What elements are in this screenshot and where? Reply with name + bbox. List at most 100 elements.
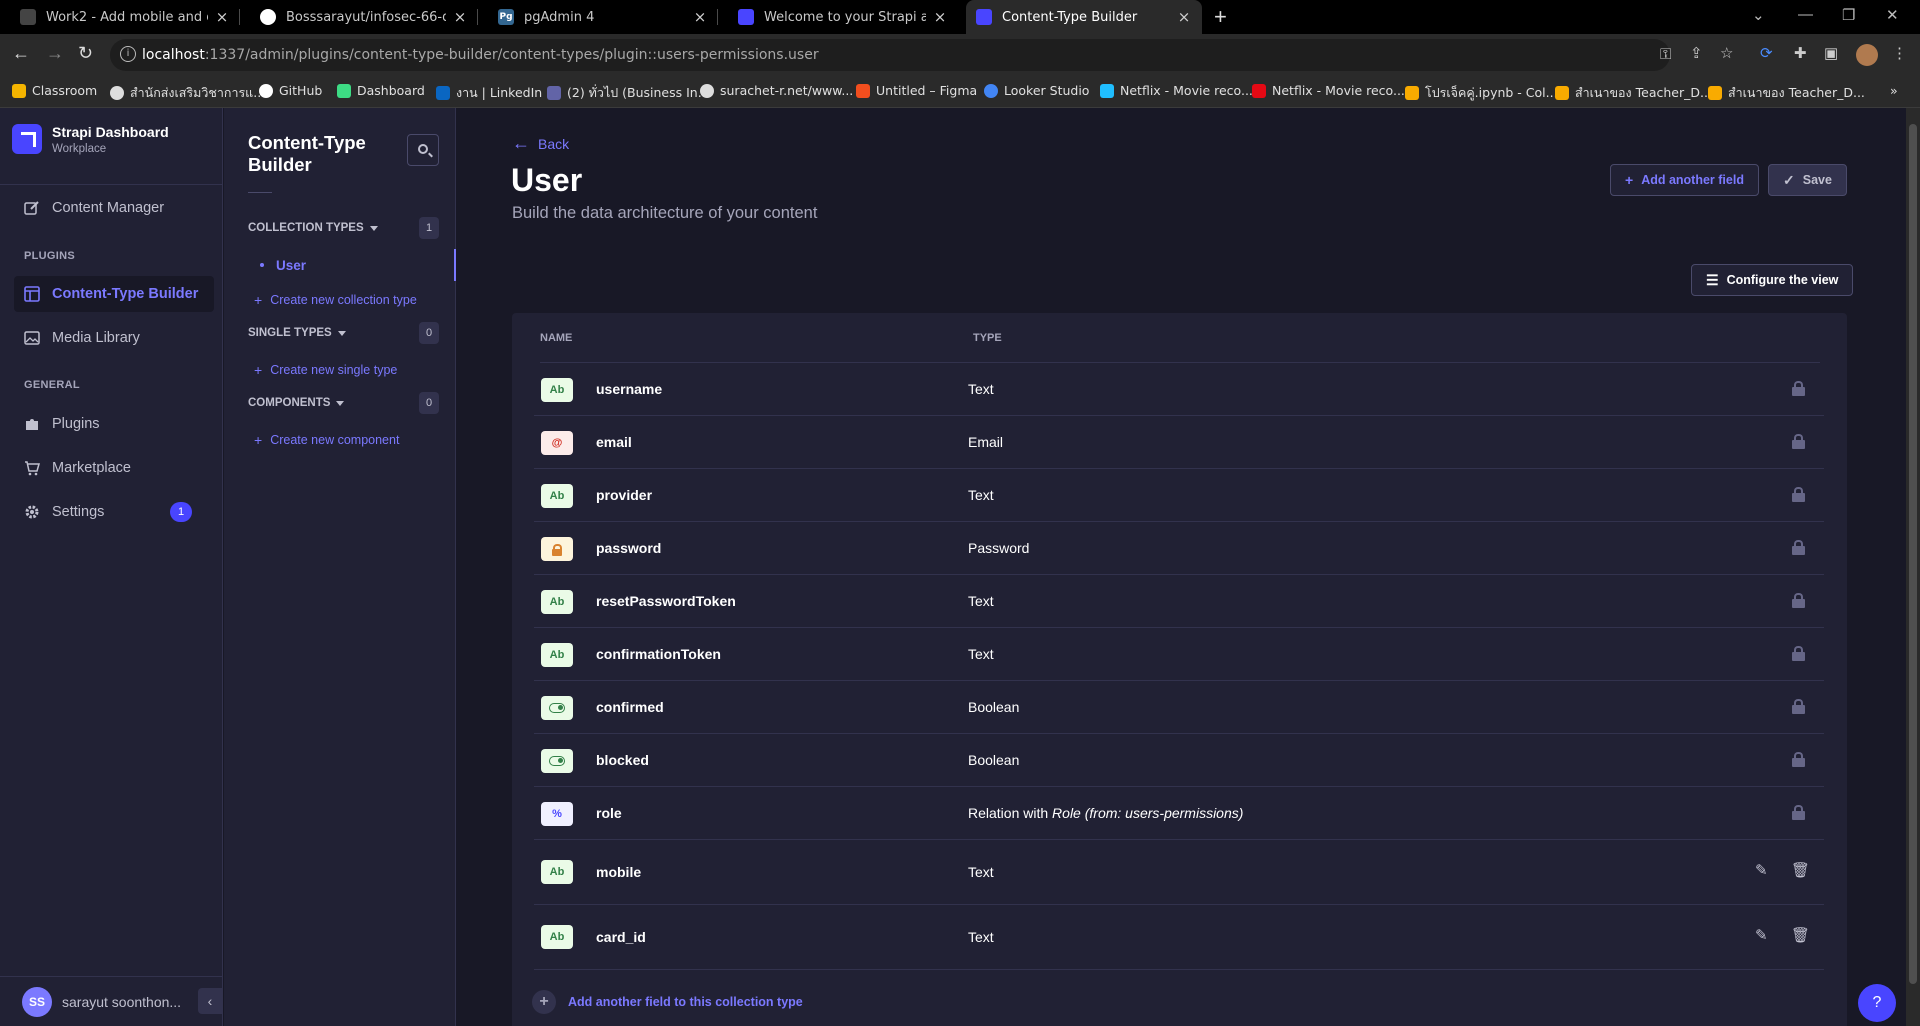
- components-toggle[interactable]: COMPONENTS: [248, 397, 345, 409]
- text-field-icon: Ab: [541, 643, 573, 667]
- close-tab-icon[interactable]: ×: [214, 8, 230, 26]
- field-type: Email: [968, 434, 1004, 450]
- table-row[interactable]: % role Relation with Role (from: users-p…: [534, 787, 1824, 840]
- collapse-nav-button[interactable]: ‹: [198, 988, 222, 1014]
- list-settings-icon: ☰: [1706, 271, 1719, 288]
- bookmark[interactable]: โปรเจ็คคู่.ipynb - Col...: [1405, 83, 1558, 103]
- more-bookmarks-icon[interactable]: »: [1890, 83, 1898, 98]
- restore-icon[interactable]: ❐: [1842, 6, 1855, 24]
- table-row[interactable]: @ email Email: [534, 416, 1824, 469]
- back-arrow-icon[interactable]: ←: [12, 43, 30, 64]
- close-tab-icon[interactable]: ×: [452, 8, 468, 26]
- browser-tab[interactable]: Welcome to your Strapi app ×: [728, 0, 958, 34]
- nav-settings[interactable]: Settings 1: [14, 494, 214, 530]
- bookmark-star-icon[interactable]: ☆: [1720, 44, 1733, 62]
- subnav-title: Content-Type Builder: [248, 132, 366, 175]
- new-tab-button[interactable]: +: [1214, 4, 1227, 30]
- create-collection-type-link[interactable]: + Create new collection type: [254, 292, 417, 308]
- side-panel-icon[interactable]: ▣: [1824, 44, 1838, 62]
- bookmark[interactable]: Classroom: [12, 83, 97, 98]
- nav-content-type-builder[interactable]: Content-Type Builder: [14, 276, 214, 312]
- reload-icon[interactable]: ↻: [78, 43, 93, 64]
- field-type: Text: [968, 593, 994, 609]
- bookmark[interactable]: สำนักส่งเสริมวิชาการแ...: [110, 83, 265, 103]
- bookmark[interactable]: Netflix - Movie reco...: [1100, 83, 1253, 98]
- bookmark[interactable]: งาน | LinkedIn: [436, 83, 542, 103]
- trash-icon[interactable]: 🗑: [1791, 861, 1810, 879]
- text-field-icon: Ab: [541, 378, 573, 402]
- forward-arrow-icon[interactable]: →: [46, 43, 64, 64]
- bookmark[interactable]: GitHub: [259, 83, 322, 98]
- browser-tab[interactable]: Bosssarayut/infosec-66-docker a ×: [250, 0, 478, 34]
- save-button[interactable]: ✓ Save: [1768, 164, 1847, 196]
- bookmark-icon: [1100, 83, 1114, 98]
- key-icon[interactable]: ⚿: [1660, 46, 1671, 63]
- sub-nav: Content-Type Builder COLLECTION TYPES 1 …: [224, 108, 456, 1026]
- field-name: email: [596, 434, 632, 450]
- lock-icon: [1792, 381, 1805, 397]
- fields-table: NAME TYPE Ab username Text @ email Email…: [512, 313, 1847, 1026]
- page-scrollbar[interactable]: [1906, 108, 1920, 1026]
- pencil-icon[interactable]: ✎: [1755, 926, 1768, 944]
- create-component-link[interactable]: + Create new component: [254, 432, 399, 448]
- help-button[interactable]: ?: [1858, 984, 1896, 1022]
- pencil-square-icon: [24, 201, 39, 215]
- bookmark[interactable]: surachet-r.net/www...: [700, 83, 853, 98]
- table-row[interactable]: Ab mobile Text ✎ 🗑: [534, 840, 1824, 905]
- bookmark[interactable]: สำเนาของ Teacher_D...: [1708, 83, 1865, 103]
- bookmark[interactable]: (2) ทั่วไป (Business In...: [547, 83, 710, 103]
- bookmark[interactable]: Dashboard: [337, 83, 425, 98]
- bookmark[interactable]: Looker Studio: [984, 83, 1089, 98]
- table-row[interactable]: Ab confirmationToken Text: [534, 628, 1824, 681]
- configure-view-button[interactable]: ☰ Configure the view: [1691, 264, 1854, 296]
- table-row[interactable]: Ab card_id Text ✎ 🗑: [534, 905, 1824, 970]
- table-row[interactable]: Ab resetPasswordToken Text: [534, 575, 1824, 628]
- scrollbar-thumb[interactable]: [1909, 124, 1917, 984]
- pencil-icon[interactable]: ✎: [1755, 861, 1768, 879]
- add-field-to-collection-button[interactable]: + Add another field to this collection ty…: [532, 990, 803, 1014]
- close-tab-icon[interactable]: ×: [932, 8, 948, 26]
- plus-icon: +: [254, 432, 263, 448]
- bookmark[interactable]: Netflix - Movie reco...: [1252, 83, 1405, 98]
- tab-search-icon[interactable]: ⌄: [1752, 6, 1765, 24]
- subnav-search-button[interactable]: [407, 134, 439, 166]
- table-row[interactable]: Ab username Text: [534, 363, 1824, 416]
- single-types-toggle[interactable]: SINGLE TYPES: [248, 327, 346, 339]
- window-close-icon[interactable]: ✕: [1886, 6, 1899, 24]
- table-row[interactable]: confirmed Boolean: [534, 681, 1824, 734]
- browser-tab[interactable]: Work2 - Add mobile and cardId t ×: [10, 0, 240, 34]
- close-tab-icon[interactable]: ×: [692, 8, 708, 26]
- extensions-icon[interactable]: ✚: [1794, 44, 1807, 62]
- nav-content-manager[interactable]: Content Manager: [14, 190, 214, 226]
- sync-icon[interactable]: ⟳: [1760, 44, 1773, 62]
- lock-icon: [1792, 752, 1805, 768]
- nav-media-library[interactable]: Media Library: [14, 320, 214, 356]
- profile-avatar[interactable]: [1856, 44, 1878, 66]
- lock-icon: [1792, 805, 1805, 821]
- table-row[interactable]: password Password: [534, 522, 1824, 575]
- subnav-item-user[interactable]: User: [224, 249, 456, 281]
- create-single-type-link[interactable]: + Create new single type: [254, 362, 397, 378]
- lock-icon: [1792, 434, 1805, 450]
- table-row[interactable]: blocked Boolean: [534, 734, 1824, 787]
- menu-kebab-icon[interactable]: ⋮: [1892, 44, 1907, 62]
- add-another-field-button[interactable]: + Add another field: [1610, 164, 1759, 196]
- nav-plugins[interactable]: Plugins: [14, 406, 214, 442]
- trash-icon[interactable]: 🗑: [1791, 926, 1810, 944]
- url-field[interactable]: i localhost:1337/admin/plugins/content-t…: [110, 39, 1671, 71]
- bookmark[interactable]: Untitled – Figma: [856, 83, 977, 98]
- site-info-icon[interactable]: i: [120, 46, 136, 62]
- browser-tab[interactable]: Pg pgAdmin 4 ×: [488, 0, 718, 34]
- nav-marketplace[interactable]: Marketplace: [14, 450, 214, 486]
- user-menu[interactable]: SS sarayut soonthon...: [0, 976, 223, 1026]
- close-tab-icon[interactable]: ×: [1176, 8, 1192, 26]
- page-subtitle: Build the data architecture of your cont…: [512, 204, 818, 222]
- collection-types-toggle[interactable]: COLLECTION TYPES: [248, 222, 378, 234]
- back-link[interactable]: ← Back: [512, 133, 569, 154]
- minimize-icon[interactable]: —: [1798, 6, 1813, 23]
- table-row[interactable]: Ab provider Text: [534, 469, 1824, 522]
- browser-tab-active[interactable]: Content-Type Builder ×: [966, 0, 1202, 34]
- bookmark[interactable]: สำเนาของ Teacher_D...: [1555, 83, 1712, 103]
- share-icon[interactable]: ⇪: [1690, 44, 1703, 62]
- boolean-field-icon: [541, 749, 573, 773]
